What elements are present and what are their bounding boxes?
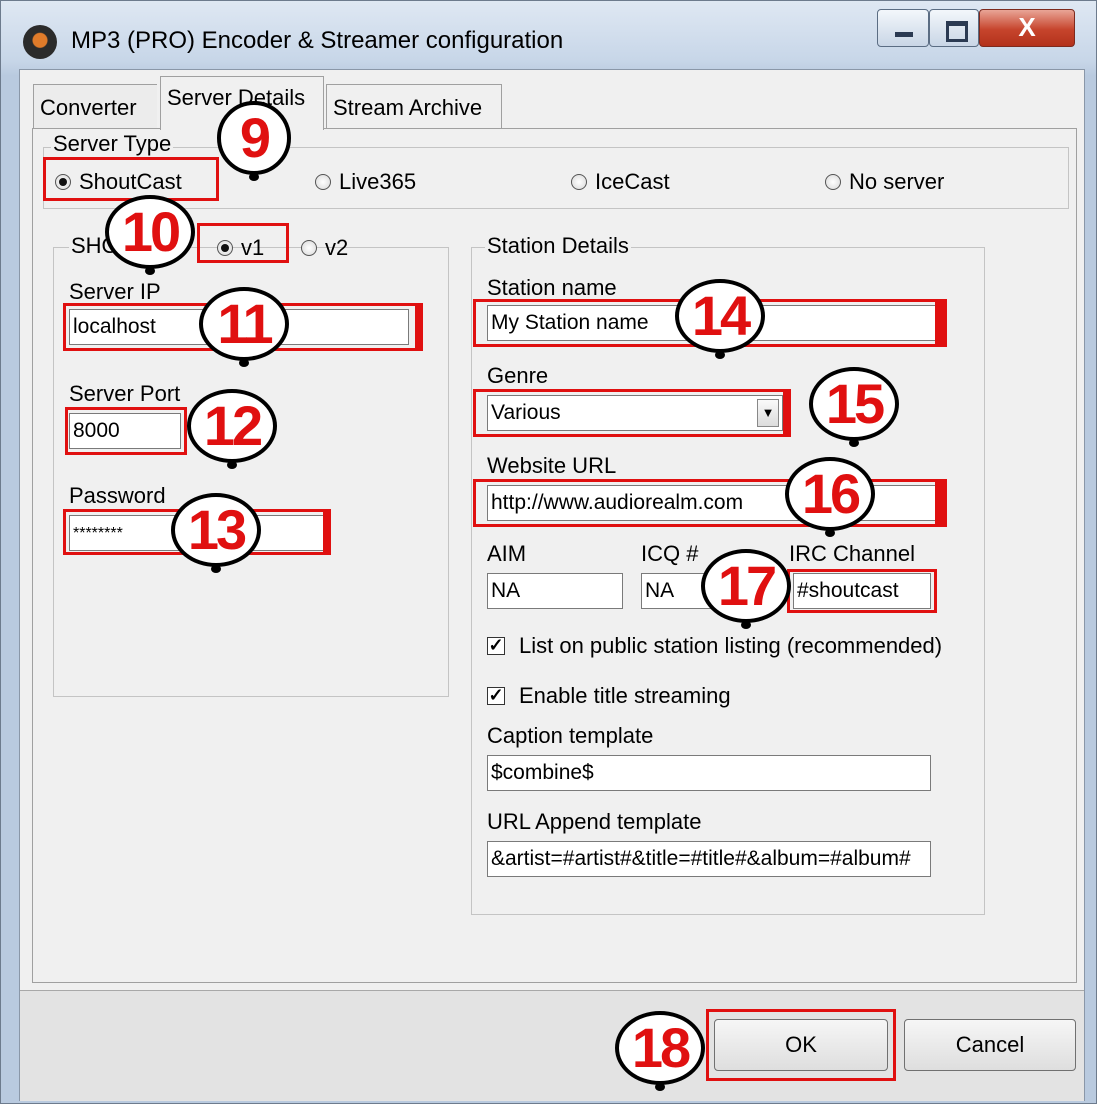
highlight-bar <box>323 509 331 555</box>
app-icon <box>23 25 57 59</box>
title-streaming-checkbox[interactable]: ✓ Enable title streaming <box>487 683 731 709</box>
caption-template-label: Caption template <box>487 723 654 748</box>
icq-label: ICQ # <box>641 541 699 566</box>
url-append-label: URL Append template <box>487 809 702 834</box>
highlight-server-port <box>65 407 187 455</box>
highlight-ok <box>706 1009 896 1081</box>
highlight-website <box>473 479 947 527</box>
radio-dot <box>315 174 331 190</box>
tab-converter[interactable]: Converter <box>33 84 157 128</box>
callout-10: 10 <box>105 195 195 275</box>
highlight-bar <box>935 479 947 527</box>
checkbox-box: ✓ <box>487 685 505 705</box>
genre-label: Genre <box>487 363 549 388</box>
station-name-label: Station name <box>487 275 617 300</box>
minimize-icon <box>895 32 913 37</box>
server-ip-label: Server IP <box>69 279 161 304</box>
callout-9: 9 <box>217 101 291 181</box>
radio-label: v2 <box>325 235 349 260</box>
url-append-input[interactable]: &artist=#artist#&title=#title#&album=#al… <box>487 841 931 877</box>
tab-stream-archive[interactable]: Stream Archive <box>326 84 502 128</box>
close-icon: X <box>1018 12 1036 42</box>
maximize-icon <box>946 21 968 42</box>
highlight-irc <box>787 569 937 613</box>
title-bar[interactable]: MP3 (PRO) Encoder & Streamer configurati… <box>1 1 1097 79</box>
callout-16: 16 <box>785 457 875 537</box>
radio-label: No server <box>849 169 945 194</box>
window-title: MP3 (PRO) Encoder & Streamer configurati… <box>71 27 564 54</box>
button-bar: OK Cancel <box>20 990 1084 1101</box>
highlight-bar <box>935 299 947 347</box>
radio-dot <box>825 174 841 190</box>
highlight-genre <box>473 389 791 437</box>
server-type-label: Server Type <box>51 131 174 157</box>
radio-dot <box>301 240 317 256</box>
checkbox-box: ✓ <box>487 635 505 655</box>
callout-11: 11 <box>199 287 289 367</box>
caption-template-input[interactable]: $combine$ <box>487 755 931 791</box>
radio-label: IceCast <box>595 169 670 194</box>
cancel-button[interactable]: Cancel <box>904 1019 1076 1071</box>
highlight-bar <box>415 303 423 351</box>
radio-label: Live365 <box>339 169 417 194</box>
password-label: Password <box>69 483 166 508</box>
server-port-label: Server Port <box>69 381 181 406</box>
callout-12: 12 <box>187 389 277 469</box>
radio-no-server[interactable]: No server <box>825 169 944 195</box>
aim-input[interactable]: NA <box>487 573 623 609</box>
list-public-checkbox[interactable]: ✓ List on public station listing (recomme… <box>487 633 942 659</box>
website-url-label: Website URL <box>487 453 617 478</box>
radio-v2[interactable]: v2 <box>301 235 348 261</box>
highlight-shoutcast <box>43 157 219 201</box>
close-button[interactable]: X <box>979 9 1075 47</box>
aim-label: AIM <box>487 541 527 566</box>
callout-14: 14 <box>675 279 765 359</box>
radio-icecast[interactable]: IceCast <box>571 169 670 195</box>
highlight-bar <box>783 389 791 437</box>
highlight-v1 <box>197 223 289 263</box>
irc-channel-label: IRC Channel <box>789 541 915 566</box>
station-details-label: Station Details <box>485 233 631 259</box>
callout-15: 15 <box>809 367 899 447</box>
callout-18: 18 <box>615 1011 705 1091</box>
callout-17: 17 <box>701 549 791 629</box>
minimize-button[interactable] <box>877 9 929 47</box>
dialog-window: MP3 (PRO) Encoder & Streamer configurati… <box>0 0 1097 1104</box>
checkbox-label: List on public station listing (recommen… <box>519 633 943 658</box>
callout-13: 13 <box>171 493 261 573</box>
checkbox-label: Enable title streaming <box>519 683 731 708</box>
radio-live365[interactable]: Live365 <box>315 169 416 195</box>
maximize-button[interactable] <box>929 9 979 47</box>
radio-dot <box>571 174 587 190</box>
